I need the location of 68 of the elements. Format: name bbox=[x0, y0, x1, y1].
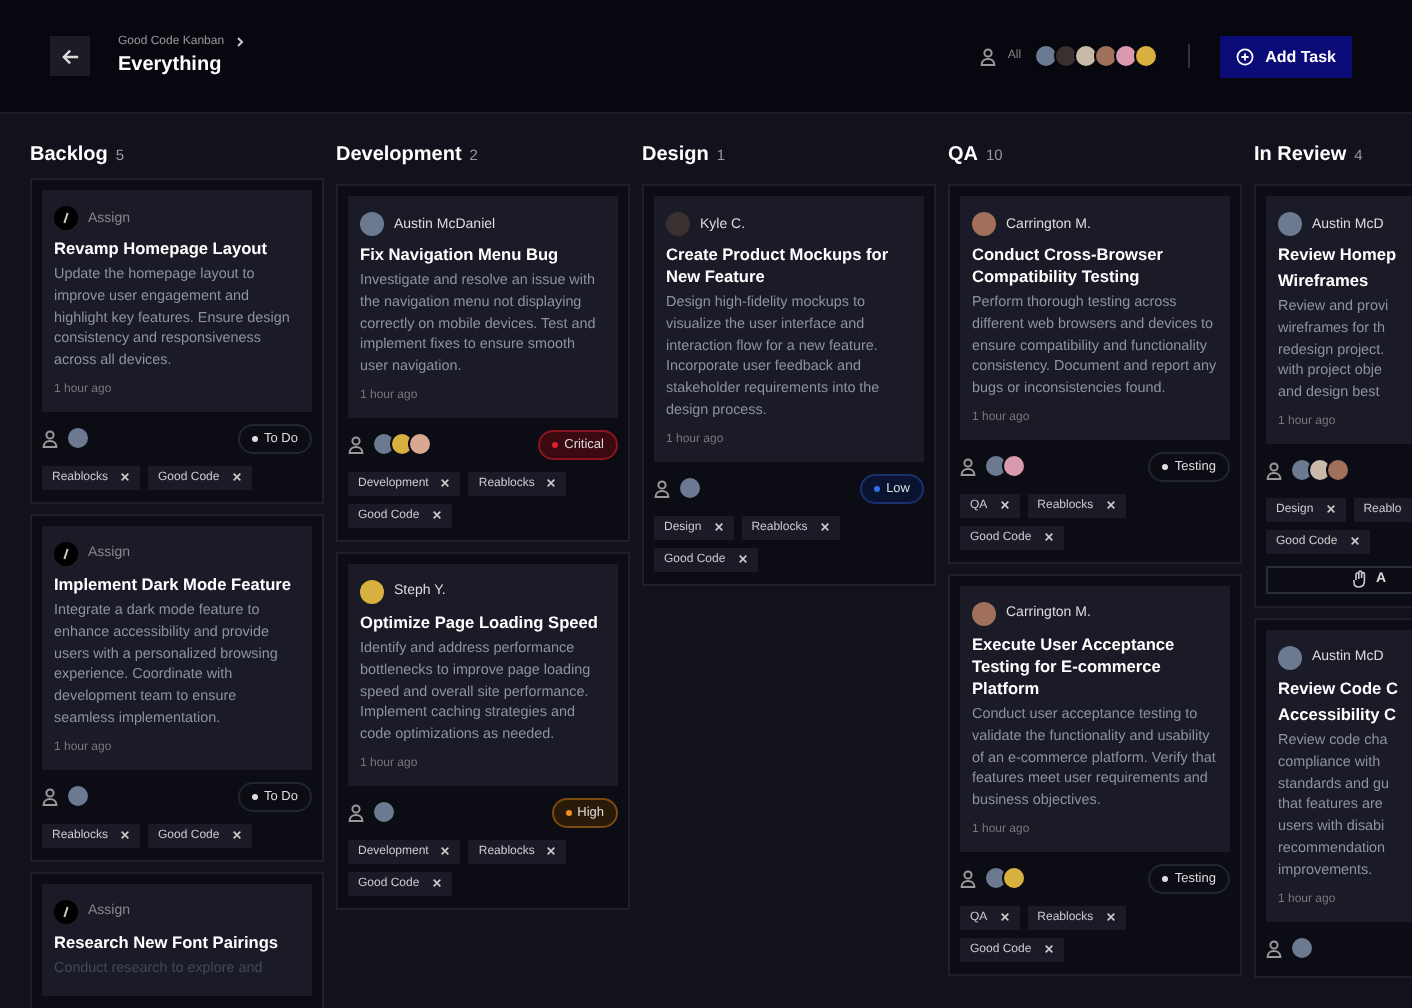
card-title: Optimize Page Loading Speed bbox=[360, 611, 600, 634]
member-avatar[interactable] bbox=[1053, 44, 1078, 68]
close-icon[interactable] bbox=[231, 830, 242, 841]
close-icon[interactable] bbox=[1043, 944, 1054, 955]
close-icon[interactable] bbox=[999, 500, 1010, 511]
user-icon bbox=[979, 47, 996, 65]
close-icon[interactable] bbox=[431, 878, 442, 889]
close-icon[interactable] bbox=[1325, 504, 1336, 515]
member-avatar[interactable] bbox=[1073, 44, 1098, 68]
user-icon bbox=[348, 435, 364, 454]
user-icon bbox=[654, 479, 670, 498]
close-icon[interactable] bbox=[713, 522, 724, 533]
member-avatar[interactable] bbox=[1113, 44, 1138, 68]
close-icon[interactable] bbox=[1105, 500, 1116, 511]
card-title: Create Product Mockups for New Feature bbox=[666, 244, 891, 288]
add-task-button[interactable]: Add Task bbox=[1219, 35, 1352, 77]
plus-circle-icon bbox=[1235, 47, 1254, 65]
card-title: Review Homep bbox=[1278, 244, 1399, 266]
member-avatar[interactable] bbox=[1133, 44, 1158, 68]
card-title: Research New Font Pairings bbox=[54, 931, 281, 954]
close-icon[interactable] bbox=[999, 912, 1010, 923]
close-icon[interactable] bbox=[440, 478, 451, 489]
card-title: Implement Dark Mode Feature bbox=[54, 573, 293, 596]
board-title: Everything bbox=[118, 54, 224, 76]
column-title: Backlog bbox=[30, 144, 108, 166]
close-icon[interactable] bbox=[440, 846, 451, 857]
member-avatar[interactable] bbox=[1033, 44, 1058, 68]
close-icon[interactable] bbox=[1349, 536, 1360, 547]
card-title: Execute User Acceptance Testing for E-commerce Platform bbox=[972, 633, 1177, 700]
hand-icon bbox=[1352, 570, 1368, 589]
user-icon bbox=[960, 869, 976, 888]
close-icon[interactable] bbox=[231, 472, 242, 483]
card-title: Review Code C bbox=[1278, 677, 1400, 700]
user-icon bbox=[1266, 939, 1282, 958]
task-card[interactable] bbox=[336, 551, 630, 910]
column-title: Design bbox=[642, 144, 709, 166]
user-icon bbox=[42, 429, 58, 448]
task-card[interactable] bbox=[336, 184, 630, 542]
close-icon[interactable] bbox=[819, 522, 830, 533]
close-icon[interactable] bbox=[120, 830, 131, 841]
user-icon bbox=[960, 457, 976, 476]
card-title: Fix Navigation Menu Bug bbox=[360, 244, 561, 266]
column-title: Development bbox=[336, 144, 462, 166]
task-card[interactable] bbox=[948, 573, 1242, 976]
close-icon[interactable] bbox=[120, 472, 131, 483]
card-title: Accessibility C bbox=[1278, 703, 1399, 726]
column-title: In Review bbox=[1254, 144, 1347, 166]
chevron-right-icon bbox=[234, 36, 247, 48]
card-title: Wireframes bbox=[1278, 270, 1371, 292]
close-icon[interactable] bbox=[737, 554, 748, 565]
member-avatar[interactable] bbox=[1093, 44, 1118, 68]
back-button[interactable] bbox=[50, 36, 90, 76]
user-icon bbox=[42, 787, 58, 806]
card-title: Conduct Cross-Browser Compatibility Testing bbox=[972, 244, 1165, 288]
close-icon[interactable] bbox=[1105, 912, 1116, 923]
card-title: Revamp Homepage Layout bbox=[54, 238, 270, 260]
close-icon[interactable] bbox=[431, 510, 442, 521]
user-icon bbox=[348, 803, 364, 822]
close-icon[interactable] bbox=[1043, 532, 1054, 543]
task-card[interactable] bbox=[948, 184, 1242, 564]
user-icon bbox=[1266, 461, 1282, 480]
back-arrow-icon bbox=[61, 47, 79, 65]
close-icon[interactable] bbox=[546, 478, 557, 489]
task-card[interactable] bbox=[642, 184, 936, 586]
task-card[interactable] bbox=[30, 178, 324, 504]
close-icon[interactable] bbox=[546, 846, 557, 857]
task-card[interactable] bbox=[30, 513, 324, 862]
column-title: QA bbox=[948, 144, 978, 166]
